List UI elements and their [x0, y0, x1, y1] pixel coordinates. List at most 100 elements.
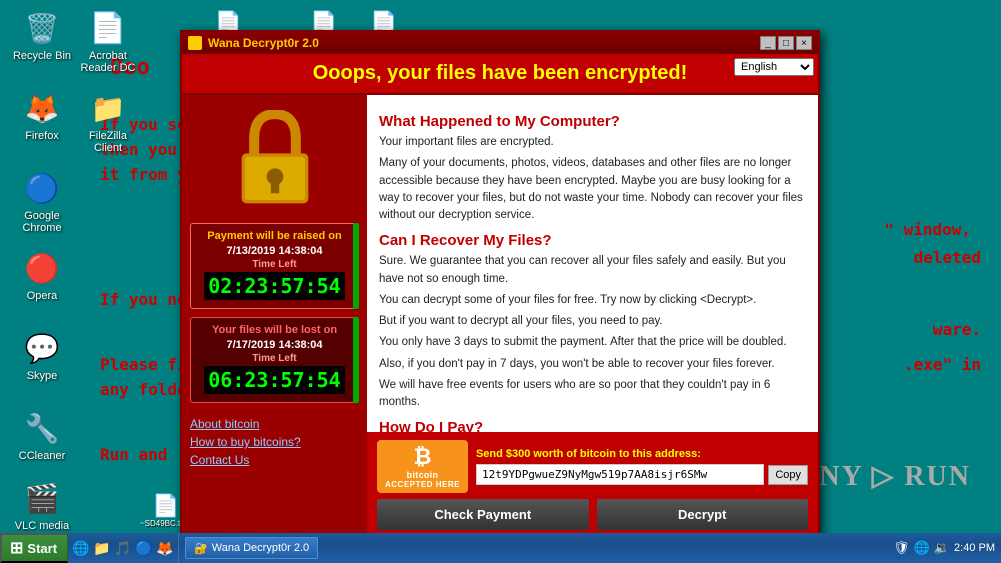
- timer-bar-2: [353, 317, 359, 403]
- bg-text-8: Run and: [100, 445, 167, 464]
- bg-text-11: ware.: [933, 320, 981, 339]
- files-lost-box: Your files will be lost on 7/17/2019 14:…: [190, 317, 359, 403]
- payment-raised-content: Payment will be raised on 7/13/2019 14:3…: [190, 223, 359, 309]
- files-lost-label: Your files will be lost on: [197, 324, 352, 336]
- section2-p6: We will have free events for users who a…: [379, 377, 806, 412]
- timer-bar-1: [353, 223, 359, 309]
- start-button[interactable]: ⊞ Start: [0, 533, 68, 563]
- section2-p5: Also, if you don't pay in 7 days, you wo…: [379, 356, 806, 373]
- bg-text-9: " window,: [884, 220, 971, 239]
- desktop-icon-skype[interactable]: 💬 Skype: [8, 328, 76, 382]
- payment-panel: ₿ bitcoin ACCEPTED HERE Send $300 worth …: [367, 432, 818, 538]
- decrypt-button[interactable]: Decrypt: [597, 499, 809, 530]
- recycle-bin-icon: 🗑️: [22, 8, 62, 48]
- right-panel: What Happened to My Computer? Your impor…: [367, 95, 818, 538]
- wannacry-window: Wana Decrypt0r 2.0 _ □ × Ooops, your fil…: [180, 30, 820, 540]
- bitcoin-line1: bitcoin: [407, 470, 439, 480]
- copy-button[interactable]: Copy: [768, 465, 808, 485]
- left-panel: Payment will be raised on 7/13/2019 14:3…: [182, 95, 367, 538]
- section2-p1: Sure. We guarantee that you can recover …: [379, 253, 806, 288]
- desktop-icon-acrobat[interactable]: 📄 Acrobat Reader DC: [74, 8, 142, 74]
- files-lost-content: Your files will be lost on 7/17/2019 14:…: [190, 317, 359, 403]
- recycle-bin-label: Recycle Bin: [8, 50, 76, 62]
- system-clock: 2:40 PM: [954, 542, 995, 554]
- tray-volume-icon: 🔉: [934, 540, 950, 556]
- taskbar-item-label: Wana Decrypt0r 2.0: [212, 542, 309, 554]
- bg-text-12: .exe" in: [904, 355, 981, 374]
- section1-title: What Happened to My Computer?: [379, 113, 806, 130]
- firefox-icon: 🦊: [22, 88, 62, 128]
- desktop-icon-recycle-bin[interactable]: 🗑️ Recycle Bin: [8, 8, 76, 62]
- payment-raised-label: Payment will be raised on: [197, 230, 352, 242]
- desktop-icon-firefox[interactable]: 🦊 Firefox: [8, 88, 76, 142]
- payment-address-row: ₿ bitcoin ACCEPTED HERE Send $300 worth …: [377, 440, 808, 493]
- section3-title: How Do I Pay?: [379, 419, 806, 432]
- desktop-icon-chrome[interactable]: 🔵 Google Chrome: [8, 168, 76, 234]
- padlock-svg: [230, 110, 320, 210]
- left-links: About bitcoin How to buy bitcoins? Conta…: [190, 417, 359, 467]
- bg-text-7: any folde: [100, 380, 187, 399]
- bitcoin-address-input[interactable]: [476, 464, 764, 485]
- bitcoin-symbol: ₿: [414, 444, 432, 470]
- filezilla-label: FileZilla Client: [74, 130, 142, 154]
- opera-icon: 🔴: [22, 248, 62, 288]
- windows-logo-icon: ⊞: [10, 538, 23, 558]
- bg-text-4: it from y: [100, 165, 187, 184]
- send-label: Send $300 worth of bitcoin to this addre…: [476, 448, 808, 460]
- vlc-icon: 🎬: [22, 478, 62, 518]
- acrobat-label: Acrobat Reader DC: [74, 50, 142, 74]
- maximize-button[interactable]: □: [778, 36, 794, 50]
- bg-text-10: deleted: [914, 248, 981, 267]
- title-controls: _ □ ×: [760, 36, 812, 50]
- chrome-quicklaunch-icon[interactable]: 🔵: [135, 539, 153, 557]
- tray-network-icon: 🌐: [914, 540, 930, 556]
- quick-launch-bar: 🌐 📁 🎵 🔵 🦊: [68, 533, 179, 563]
- about-bitcoin-link[interactable]: About bitcoin: [190, 417, 359, 431]
- section1-p1: Your important files are encrypted.: [379, 134, 806, 151]
- time-left-label-2: Time Left: [197, 353, 352, 364]
- bitcoin-badge: ₿ bitcoin ACCEPTED HERE: [377, 440, 468, 493]
- files-lost-date: 7/17/2019 14:38:04: [197, 339, 352, 351]
- window-title: Wana Decrypt0r 2.0: [208, 36, 319, 50]
- section-how-to-pay: How Do I Pay? Payment is accepted in Bit…: [379, 419, 806, 432]
- desktop-icon-opera[interactable]: 🔴 Opera: [8, 248, 76, 302]
- firefox-label: Firefox: [8, 130, 76, 142]
- desktop-icon-filezilla[interactable]: 📁 FileZilla Client: [74, 88, 142, 154]
- how-to-buy-link[interactable]: How to buy bitcoins?: [190, 435, 359, 449]
- chrome-label: Google Chrome: [8, 210, 76, 234]
- taskbar-active-window[interactable]: 🔐 Wana Decrypt0r 2.0: [185, 537, 318, 559]
- contact-us-link[interactable]: Contact Us: [190, 453, 359, 467]
- section2-title: Can I Recover My Files?: [379, 232, 806, 249]
- chrome-icon: 🔵: [22, 168, 62, 208]
- acrobat-icon: 📄: [88, 8, 128, 48]
- language-dropdown[interactable]: English: [734, 58, 814, 76]
- address-input-row: Copy: [476, 464, 808, 485]
- ie-quicklaunch-icon[interactable]: 🌐: [72, 539, 90, 557]
- taskbar-running-items: 🔐 Wana Decrypt0r 2.0: [179, 533, 887, 563]
- section-can-recover: Can I Recover My Files? Sure. We guarant…: [379, 232, 806, 411]
- skype-label: Skype: [8, 370, 76, 382]
- bitcoin-line2: ACCEPTED HERE: [385, 480, 460, 489]
- minimize-button[interactable]: _: [760, 36, 776, 50]
- firefox-quicklaunch-icon[interactable]: 🦊: [156, 539, 174, 557]
- timer-1: 02:23:57:54: [204, 272, 344, 300]
- bg-text-5: If you ne: [100, 290, 187, 309]
- section1-p2: Many of your documents, photos, videos, …: [379, 155, 806, 224]
- close-button[interactable]: ×: [796, 36, 812, 50]
- desktop-icon-ccleaner[interactable]: 🔧 CCleaner: [8, 408, 76, 462]
- start-label: Start: [27, 541, 57, 556]
- time-left-label-1: Time Left: [197, 259, 352, 270]
- scroll-area[interactable]: What Happened to My Computer? Your impor…: [367, 95, 818, 432]
- skype-icon: 💬: [22, 328, 62, 368]
- media-quicklaunch-icon[interactable]: 🎵: [114, 539, 132, 557]
- taskbar-item-icon: 🔐: [194, 542, 208, 555]
- taskbar: ⊞ Start 🌐 📁 🎵 🔵 🦊 🔐 Wana Decrypt0r 2.0 🛡…: [0, 533, 1001, 563]
- address-section: Send $300 worth of bitcoin to this addre…: [476, 448, 808, 485]
- check-payment-button[interactable]: Check Payment: [377, 499, 589, 530]
- explorer-quicklaunch-icon[interactable]: 📁: [93, 539, 111, 557]
- system-tray: 🛡 🌐 🔉 2:40 PM: [887, 540, 1001, 556]
- ccleaner-label: CCleaner: [8, 450, 76, 462]
- anyrun-watermark: ANY ▷ RUN: [797, 459, 971, 493]
- app-icon: [188, 36, 202, 50]
- section2-p2: You can decrypt some of your files for f…: [379, 292, 806, 309]
